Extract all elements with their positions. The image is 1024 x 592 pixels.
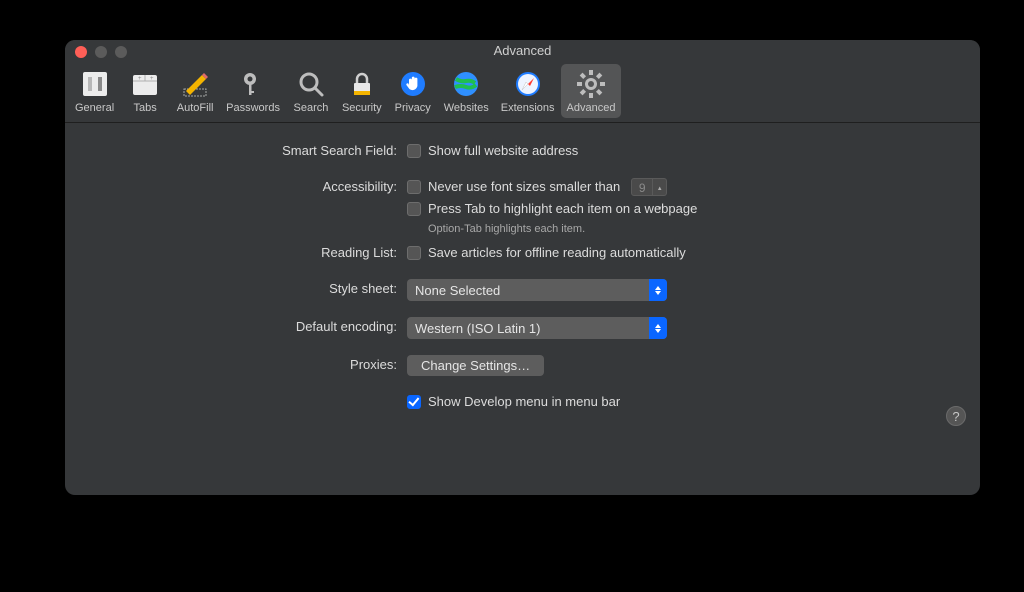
minimize-window-button[interactable] — [95, 46, 107, 58]
accessibility-label: Accessibility: — [95, 177, 407, 197]
tab-passwords[interactable]: Passwords — [220, 64, 286, 118]
show-develop-checkbox[interactable] — [407, 395, 421, 409]
gear-icon — [575, 68, 607, 100]
style-sheet-popup[interactable]: None Selected — [407, 279, 667, 301]
press-tab-text: Press Tab to highlight each item on a we… — [428, 199, 697, 219]
zoom-window-button[interactable] — [115, 46, 127, 58]
tab-label: General — [75, 102, 114, 114]
tab-extensions[interactable]: Extensions — [495, 64, 561, 118]
tab-label: Search — [294, 102, 329, 114]
tab-privacy[interactable]: Privacy — [388, 64, 438, 118]
reading-list-label: Reading List: — [95, 243, 407, 263]
tab-label: Websites — [444, 102, 489, 114]
advanced-pane: Smart Search Field: Show full website ad… — [65, 123, 980, 438]
tab-security[interactable]: Security — [336, 64, 388, 118]
tab-advanced[interactable]: Advanced — [561, 64, 622, 118]
tabs-icon: ++ — [129, 68, 161, 100]
titlebar: Advanced — [65, 40, 980, 62]
change-settings-button[interactable]: Change Settings… — [407, 355, 544, 376]
lock-icon — [346, 68, 378, 100]
default-encoding-label: Default encoding: — [95, 317, 407, 337]
stepper-buttons[interactable]: ▲▼ — [653, 178, 667, 196]
smart-search-label: Smart Search Field: — [95, 141, 407, 161]
style-sheet-label: Style sheet: — [95, 279, 407, 299]
show-develop-text: Show Develop menu in menu bar — [428, 392, 620, 412]
tab-autofill[interactable]: AutoFill — [170, 64, 220, 118]
tab-general[interactable]: General — [69, 64, 120, 118]
window-controls — [75, 46, 127, 58]
proxies-label: Proxies: — [95, 355, 407, 375]
preferences-window: Advanced General ++ Tabs AutoFill Passw — [65, 40, 980, 495]
compass-icon — [512, 68, 544, 100]
show-full-address-text: Show full website address — [428, 141, 578, 161]
pencil-form-icon — [179, 68, 211, 100]
tab-label: Advanced — [567, 102, 616, 114]
svg-text:+: + — [138, 76, 142, 82]
tab-label: AutoFill — [177, 102, 214, 114]
tab-label: Extensions — [501, 102, 555, 114]
help-button[interactable]: ? — [946, 406, 966, 426]
save-offline-text: Save articles for offline reading automa… — [428, 243, 686, 263]
tab-label: Passwords — [226, 102, 280, 114]
tab-label: Security — [342, 102, 382, 114]
globe-icon — [450, 68, 482, 100]
popup-arrows-icon — [649, 317, 667, 339]
close-window-button[interactable] — [75, 46, 87, 58]
tab-websites[interactable]: Websites — [438, 64, 495, 118]
switch-icon — [79, 68, 111, 100]
tab-search[interactable]: Search — [286, 64, 336, 118]
window-title: Advanced — [65, 40, 980, 62]
default-encoding-value: Western (ISO Latin 1) — [407, 321, 649, 336]
key-icon — [237, 68, 269, 100]
popup-arrows-icon — [649, 279, 667, 301]
font-size-stepper[interactable]: 9 ▲▼ — [631, 178, 667, 196]
press-tab-checkbox[interactable] — [407, 202, 421, 216]
style-sheet-value: None Selected — [407, 283, 649, 298]
save-offline-checkbox[interactable] — [407, 246, 421, 260]
tab-label: Privacy — [395, 102, 431, 114]
default-encoding-popup[interactable]: Western (ISO Latin 1) — [407, 317, 667, 339]
preferences-toolbar: General ++ Tabs AutoFill Passwords Searc… — [65, 62, 980, 123]
never-font-smaller-checkbox[interactable] — [407, 180, 421, 194]
press-tab-hint: Option-Tab highlights each item. — [428, 223, 697, 235]
svg-text:+: + — [150, 76, 154, 82]
font-size-value: 9 — [631, 178, 653, 196]
magnifier-icon — [295, 68, 327, 100]
hand-icon — [397, 68, 429, 100]
never-font-smaller-text: Never use font sizes smaller than — [428, 177, 620, 197]
show-full-address-checkbox[interactable] — [407, 144, 421, 158]
tab-tabs[interactable]: ++ Tabs — [120, 64, 170, 118]
tab-label: Tabs — [134, 102, 157, 114]
